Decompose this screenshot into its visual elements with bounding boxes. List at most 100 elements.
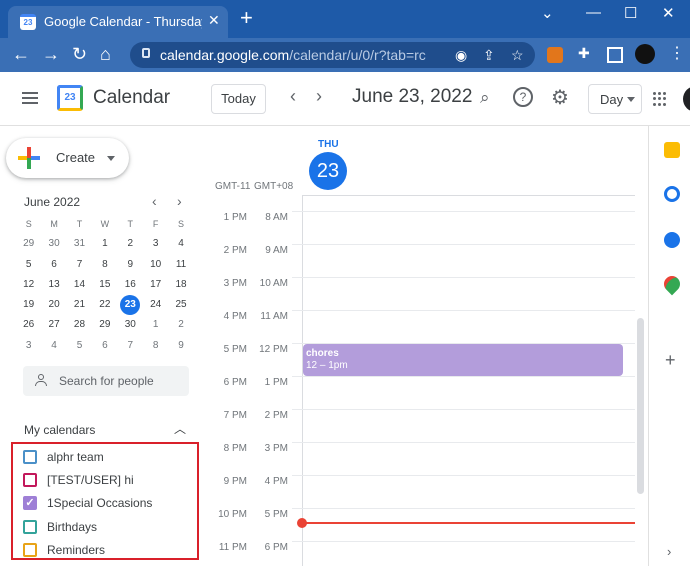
app-title[interactable]: Calendar	[93, 87, 170, 109]
reload-icon[interactable]: ↻	[72, 44, 87, 64]
mini-day[interactable]: 21	[67, 295, 92, 315]
tab-close-icon[interactable]: ✕	[208, 12, 220, 29]
mini-day[interactable]: 17	[143, 275, 168, 295]
contacts-icon[interactable]	[664, 232, 680, 248]
maps-icon[interactable]	[660, 272, 684, 296]
create-button[interactable]: Create	[6, 138, 129, 178]
mini-day[interactable]: 1	[143, 315, 168, 335]
mini-day[interactable]: 11	[168, 255, 193, 275]
mini-day[interactable]: 6	[41, 255, 66, 275]
maximize-button[interactable]: ☐	[624, 4, 637, 22]
settings-gear-icon[interactable]: ⚙	[551, 85, 569, 110]
mini-day[interactable]: 16	[118, 275, 143, 295]
mini-day[interactable]: 8	[92, 255, 117, 275]
mini-day[interactable]: 2	[168, 315, 193, 335]
calendar-item-label: 1Special Occasions	[47, 496, 153, 510]
keep-icon[interactable]	[664, 142, 680, 158]
google-apps-icon[interactable]	[653, 92, 667, 106]
mini-day[interactable]: 30	[118, 315, 143, 335]
prev-period-button[interactable]: ‹	[290, 86, 296, 107]
mini-day[interactable]: 29	[16, 234, 41, 254]
today-button[interactable]: Today	[211, 84, 266, 114]
search-icon[interactable]: ⌕	[480, 88, 490, 108]
browser-window: 23 Google Calendar - Thursday, June ✕ + …	[0, 0, 690, 566]
mini-day[interactable]: 7	[118, 336, 143, 356]
day-number-button[interactable]: 23	[309, 152, 347, 190]
eye-icon[interactable]: ◉	[455, 47, 467, 64]
mini-day[interactable]: 25	[168, 295, 193, 315]
add-addon-icon[interactable]: +	[665, 350, 676, 371]
mini-day[interactable]: 15	[92, 275, 117, 295]
lock-icon	[142, 48, 150, 58]
checkbox-icon[interactable]	[23, 520, 37, 534]
scrollbar[interactable]	[637, 318, 644, 494]
minimize-button[interactable]: —	[586, 4, 601, 21]
mini-day-selected[interactable]: 23	[118, 295, 143, 316]
mini-day[interactable]: 31	[67, 234, 92, 254]
fox-extension-icon[interactable]	[547, 47, 563, 63]
new-tab-button[interactable]: +	[240, 7, 253, 29]
mini-day[interactable]: 26	[16, 315, 41, 335]
mini-day[interactable]: 4	[168, 234, 193, 254]
help-icon[interactable]: ?	[513, 87, 533, 107]
main-menu-icon[interactable]	[22, 92, 38, 107]
chevron-up-icon[interactable]: ︿	[174, 420, 186, 437]
mini-day[interactable]: 13	[41, 275, 66, 295]
mini-weekday-label: F	[152, 219, 159, 229]
mini-day[interactable]: 7	[67, 255, 92, 275]
mini-day[interactable]: 10	[143, 255, 168, 275]
close-window-button[interactable]: ✕	[662, 4, 675, 22]
back-arrow-icon[interactable]: ←	[12, 44, 30, 64]
checkbox-icon[interactable]	[23, 473, 37, 487]
mini-next-month-button[interactable]: ›	[177, 193, 182, 209]
tasks-icon[interactable]	[664, 186, 680, 202]
home-icon[interactable]: ⌂	[100, 44, 111, 64]
mini-day[interactable]: 3	[143, 234, 168, 254]
profile-avatar[interactable]	[635, 44, 655, 64]
mini-day[interactable]: 4	[41, 336, 66, 356]
mini-prev-month-button[interactable]: ‹	[152, 193, 157, 209]
browser-menu-icon[interactable]: ⋮	[669, 44, 685, 64]
mini-day[interactable]: 9	[118, 255, 143, 275]
checkbox-icon[interactable]	[23, 543, 37, 557]
share-icon[interactable]: ⇪	[483, 47, 495, 64]
account-avatar[interactable]	[683, 86, 690, 112]
hour-gridline	[303, 442, 635, 443]
expand-panel-icon[interactable]: ›	[667, 544, 671, 559]
mini-day[interactable]: 29	[92, 315, 117, 335]
mini-day[interactable]: 20	[41, 295, 66, 315]
mini-day[interactable]: 1	[92, 234, 117, 254]
mini-day[interactable]: 5	[16, 255, 41, 275]
bookmark-star-icon[interactable]: ☆	[511, 47, 524, 64]
mini-day[interactable]: 19	[16, 295, 41, 315]
mini-day[interactable]: 5	[67, 336, 92, 356]
event-chip[interactable]: chores 12 – 1pm	[303, 344, 623, 376]
hour-label-secondary: 11 AM	[260, 311, 288, 322]
tab-search-icon[interactable]: ⌄	[541, 4, 554, 22]
mini-day[interactable]: 27	[41, 315, 66, 335]
mini-day[interactable]: 22	[92, 295, 117, 315]
calendar-logo-icon[interactable]: 23	[57, 85, 83, 111]
mini-day[interactable]: 2	[118, 234, 143, 254]
mini-day[interactable]: 24	[143, 295, 168, 315]
next-period-button[interactable]: ›	[316, 86, 322, 107]
mini-day[interactable]: 18	[168, 275, 193, 295]
forward-arrow-icon[interactable]: →	[42, 44, 60, 64]
checkbox-checked-icon[interactable]: ✓	[23, 496, 37, 510]
mini-day[interactable]: 3	[16, 336, 41, 356]
view-selector[interactable]: Day	[588, 84, 642, 114]
browser-tab[interactable]: 23 Google Calendar - Thursday, June ✕	[8, 6, 228, 38]
mini-day[interactable]: 12	[16, 275, 41, 295]
mini-day[interactable]: 28	[67, 315, 92, 335]
search-people-input[interactable]: Search for people	[23, 366, 189, 396]
mini-day[interactable]: 9	[168, 336, 193, 356]
mini-day[interactable]: 30	[41, 234, 66, 254]
sidepanel-icon[interactable]	[607, 47, 623, 63]
mini-day[interactable]: 8	[143, 336, 168, 356]
mini-day[interactable]: 14	[67, 275, 92, 295]
checkbox-icon[interactable]	[23, 450, 37, 464]
puzzle-extensions-icon[interactable]: ✚	[578, 45, 594, 61]
address-bar[interactable]: calendar.google.com/calendar/u/0/r?tab=r…	[130, 42, 535, 68]
my-calendars-heading[interactable]: My calendars	[24, 423, 95, 437]
mini-day[interactable]: 6	[92, 336, 117, 356]
